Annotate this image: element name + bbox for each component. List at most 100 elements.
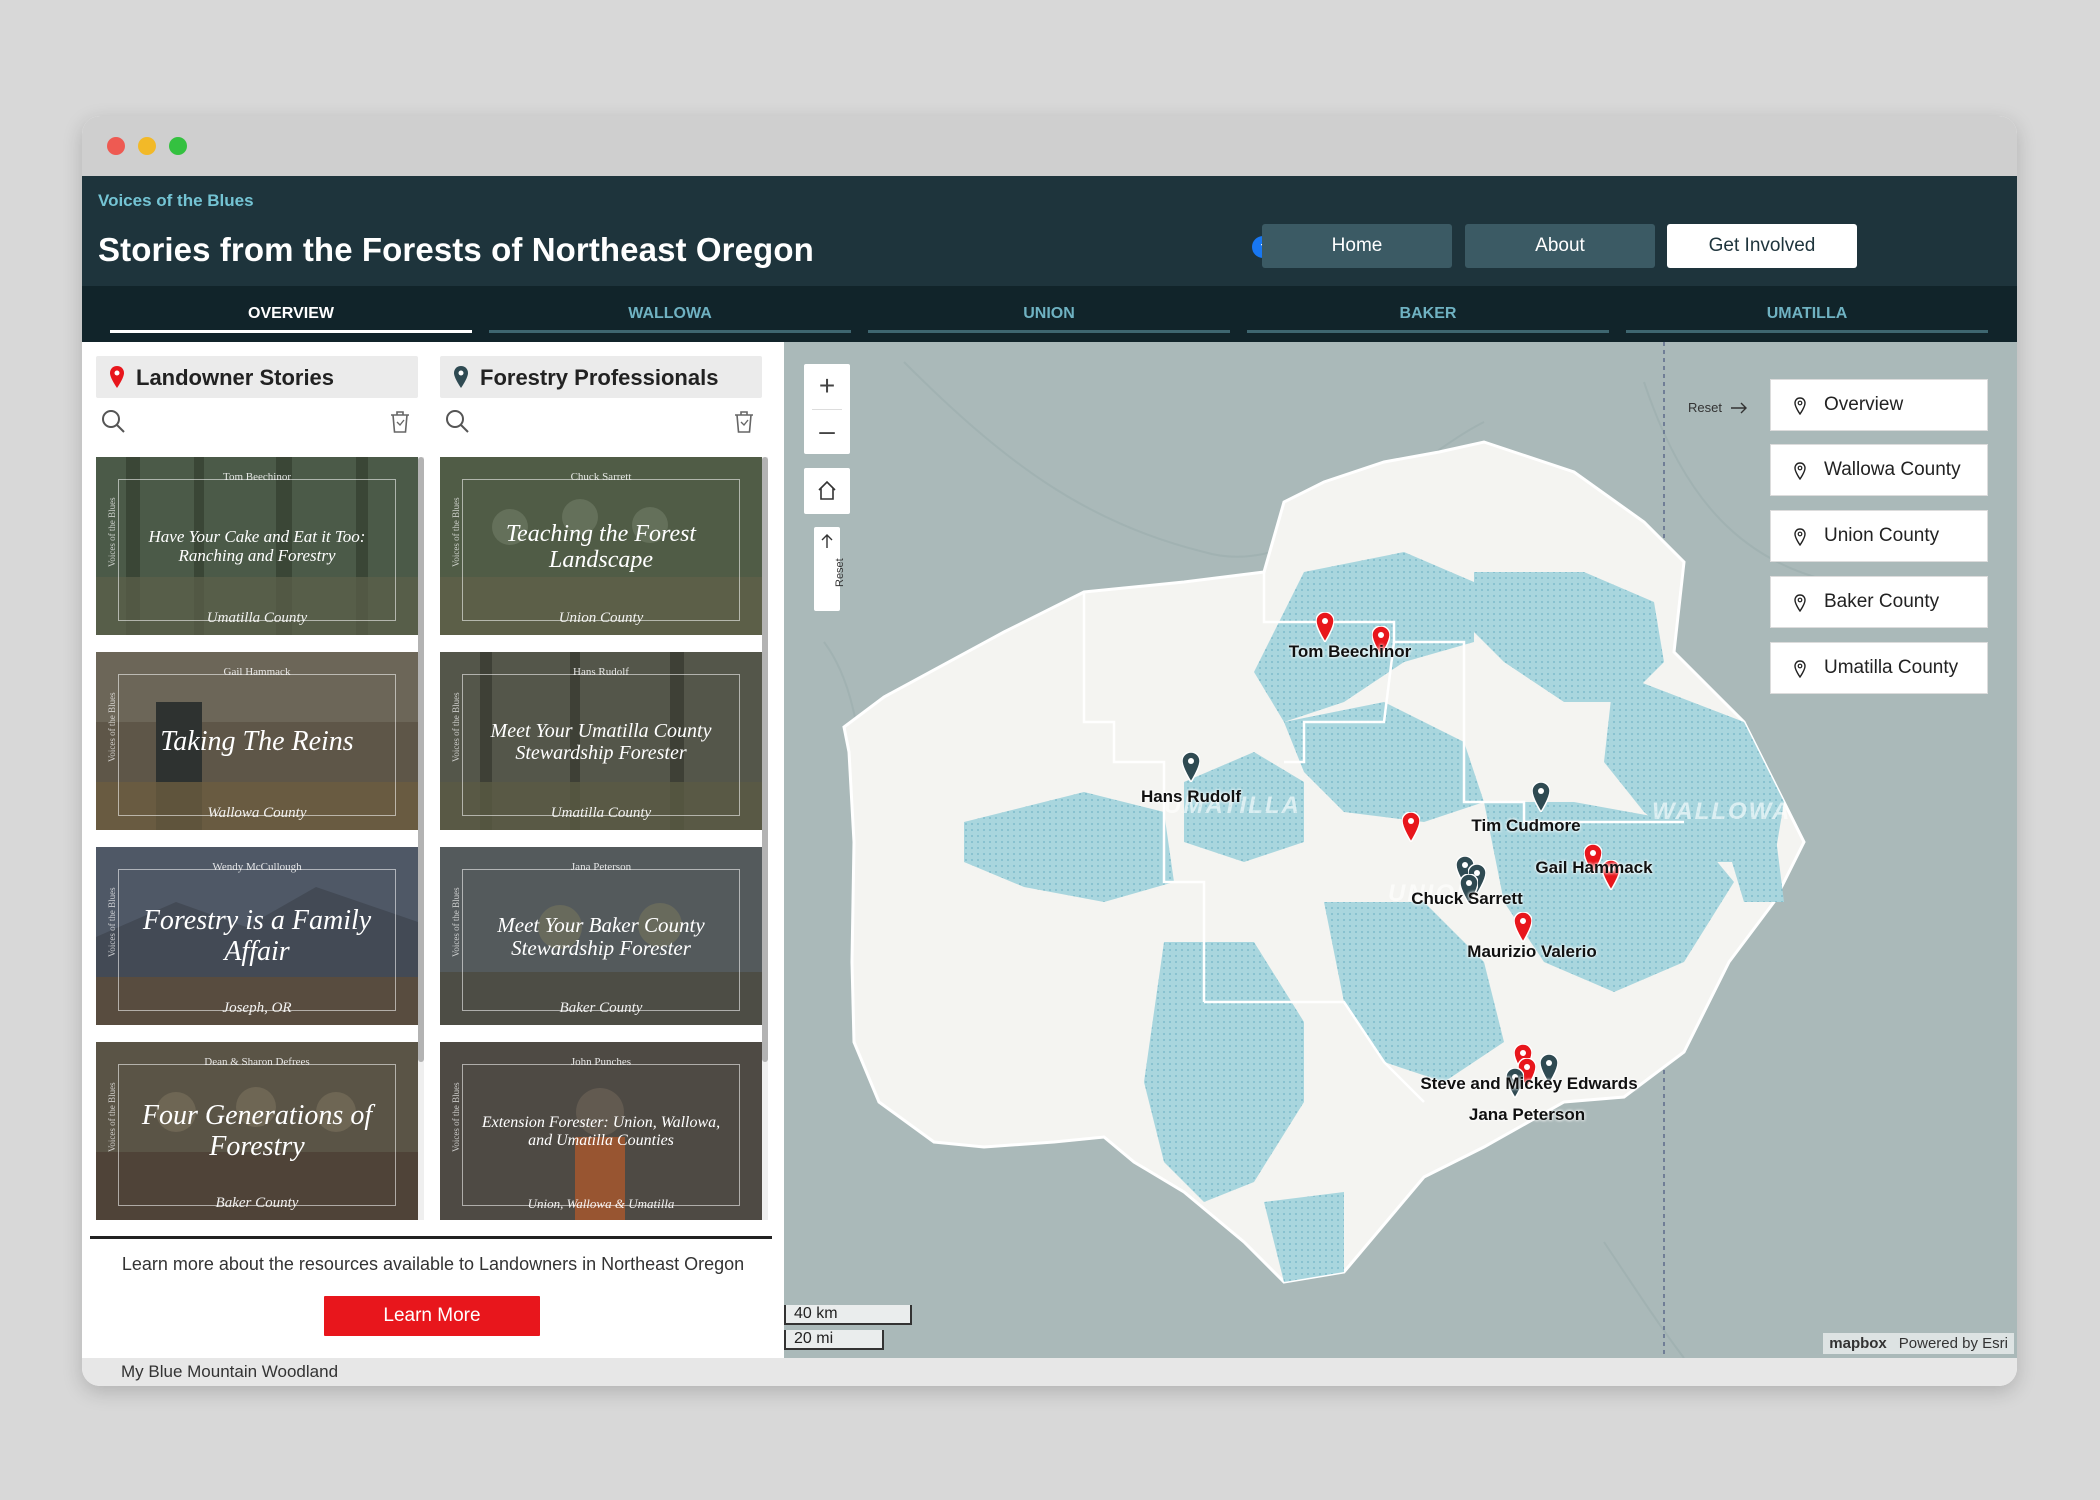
tab-wallowa-label: WALLOWA	[628, 305, 712, 322]
scale-bar-km: 40 km	[784, 1305, 912, 1325]
tab-baker-label: BAKER	[1399, 305, 1457, 322]
story-place: Baker County	[559, 1000, 643, 1016]
story-card[interactable]: Gail Hammack Voices of the Blues Taking …	[96, 652, 418, 830]
tab-underline	[110, 330, 472, 333]
story-card[interactable]: Wendy McCullough Voices of the Blues For…	[96, 847, 418, 1025]
landowner-stories-title: Landowner Stories	[136, 365, 335, 390]
map-marker-red[interactable]	[1316, 612, 1334, 642]
map-marker-dark[interactable]	[1532, 782, 1550, 812]
story-place: Baker County	[215, 1195, 299, 1211]
marker-label[interactable]: Steve and Mickey Edwards	[1420, 1074, 1637, 1094]
marker-label[interactable]: Chuck Sarrett	[1411, 889, 1522, 909]
story-card[interactable]: Jana Peterson Voices of the Blues Meet Y…	[440, 847, 762, 1025]
story-title: Have Your Cake and Eat it Too: Ranching …	[148, 527, 366, 565]
learn-more-button[interactable]: Learn More	[324, 1296, 540, 1336]
location-pin-icon	[1794, 660, 1806, 678]
minimize-window-button[interactable]	[138, 137, 156, 155]
map-attribution: mapbox Powered by Esri	[1823, 1333, 2014, 1354]
forestry-professionals-header: Forestry Professionals	[440, 356, 762, 398]
location-button-label: Baker County	[1824, 591, 1940, 612]
reset-horizontal-button[interactable]: Reset	[1680, 396, 1760, 420]
map-marker-dark[interactable]	[1182, 752, 1200, 782]
zoom-out-button[interactable]: –	[804, 409, 850, 453]
story-author: Hans Rudolf	[573, 666, 629, 678]
story-side-caption: Voices of the Blues	[451, 1082, 461, 1152]
reset-vertical-button[interactable]: Reset	[814, 527, 846, 611]
location-button-overview[interactable]: Overview	[1770, 379, 1988, 431]
location-button-label: Wallowa County	[1824, 459, 1961, 480]
location-button-baker[interactable]: Baker County	[1770, 576, 1988, 628]
tab-overview-label: OVERVIEW	[248, 305, 334, 322]
arrow-up-icon	[821, 534, 833, 548]
location-pin-icon	[1794, 594, 1806, 612]
story-title: Teaching the Forest Landscape	[505, 520, 697, 573]
story-card[interactable]: Chuck Sarrett Voices of the Blues Teachi…	[440, 457, 762, 635]
zoom-in-button[interactable]: +	[804, 364, 850, 408]
location-button-label: Umatilla County	[1824, 657, 1959, 678]
scale-bar-mi: 20 mi	[784, 1330, 884, 1350]
about-nav-button[interactable]: About	[1465, 224, 1655, 268]
marker-label[interactable]: Gail Hammack	[1535, 858, 1652, 878]
professionals-scroll-thumb[interactable]	[762, 457, 768, 1062]
esri-attribution[interactable]: Powered by Esri	[1899, 1335, 2008, 1352]
story-title: Meet Your Baker County Stewardship Fores…	[497, 912, 705, 960]
landowner-scrollbar[interactable]	[418, 457, 424, 1220]
story-place: Union County	[558, 610, 644, 626]
story-card[interactable]: Dean & Sharon Defrees Voices of the Blue…	[96, 1042, 418, 1220]
tab-underline	[1626, 330, 1988, 333]
zoom-control: + –	[804, 364, 850, 454]
story-map[interactable]: UMATILLA WALLOWA UNION Tom Beechinor Han…	[784, 342, 2017, 1358]
story-title: Four Generations of Forestry	[141, 1100, 373, 1162]
story-place: Wallowa County	[207, 805, 307, 821]
close-window-button[interactable]	[107, 137, 125, 155]
home-extent-button[interactable]	[804, 468, 850, 514]
landowner-stories-header: Landowner Stories	[96, 356, 418, 398]
location-pin-icon	[1794, 528, 1806, 546]
map-marker-red[interactable]	[1402, 812, 1420, 842]
landowner-search-icon[interactable]	[100, 408, 126, 434]
landowner-scroll-thumb[interactable]	[418, 457, 424, 1062]
tab-underline	[1247, 330, 1609, 333]
home-nav-button[interactable]: Home	[1262, 224, 1452, 268]
story-author: Dean & Sharon Defrees	[204, 1056, 310, 1068]
marker-label[interactable]: Jana Peterson	[1469, 1105, 1585, 1125]
tab-union[interactable]: UNION	[868, 286, 1230, 342]
tab-umatilla[interactable]: UMATILLA	[1626, 286, 1988, 342]
location-button-union[interactable]: Union County	[1770, 510, 1988, 562]
story-author: Wendy McCullough	[212, 861, 302, 873]
professionals-search-icon[interactable]	[444, 408, 470, 434]
app-kicker: Voices of the Blues	[98, 191, 254, 210]
tab-baker[interactable]: BAKER	[1247, 286, 1609, 342]
marker-label[interactable]: Hans Rudolf	[1141, 787, 1241, 807]
location-pin-icon	[1794, 397, 1806, 415]
tab-umatilla-label: UMATILLA	[1766, 305, 1848, 322]
tab-overview[interactable]: OVERVIEW	[110, 286, 472, 342]
story-card[interactable]: John Punches Voices of the Blues Extensi…	[440, 1042, 762, 1220]
status-bar: My Blue Mountain Woodland	[82, 1358, 2017, 1386]
browser-window: Voices of the Blues Stories from the For…	[82, 116, 2017, 1386]
landowner-pin-icon	[110, 366, 124, 388]
story-card[interactable]: Hans Rudolf Voices of the Blues Meet You…	[440, 652, 762, 830]
maximize-window-button[interactable]	[169, 137, 187, 155]
reset-horizontal-label: Reset	[1688, 400, 1722, 415]
marker-label[interactable]: Tim Cudmore	[1471, 816, 1580, 836]
location-button-umatilla[interactable]: Umatilla County	[1770, 642, 1988, 694]
marker-label[interactable]: Tom Beechinor	[1289, 642, 1411, 662]
resources-text: Learn more about the resources available…	[121, 1254, 745, 1274]
section-divider	[90, 1236, 772, 1239]
reset-vertical-label: Reset	[834, 558, 846, 587]
tab-underline	[868, 330, 1230, 333]
map-marker-red[interactable]	[1514, 912, 1532, 942]
mapbox-logo[interactable]: mapbox	[1829, 1335, 1887, 1352]
window-titlebar	[82, 116, 2017, 176]
professionals-scrollbar[interactable]	[762, 457, 768, 1220]
marker-label[interactable]: Maurizio Valerio	[1467, 942, 1596, 962]
story-side-caption: Voices of the Blues	[451, 887, 461, 957]
get-involved-button[interactable]: Get Involved	[1667, 224, 1857, 268]
county-label-wallowa: WALLOWA	[1652, 798, 1792, 825]
location-button-wallowa[interactable]: Wallowa County	[1770, 444, 1988, 496]
professionals-clear-icon[interactable]	[733, 410, 755, 434]
story-card[interactable]: Tom Beechinor Voices of the Blues Have Y…	[96, 457, 418, 635]
landowner-clear-icon[interactable]	[389, 410, 411, 434]
tab-wallowa[interactable]: WALLOWA	[489, 286, 851, 342]
